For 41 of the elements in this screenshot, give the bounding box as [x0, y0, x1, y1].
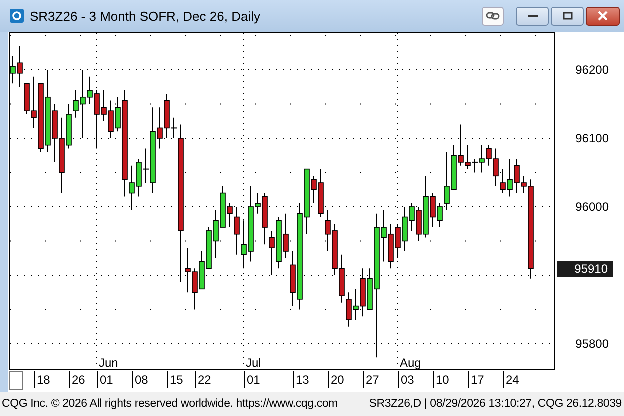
date-tick — [468, 370, 470, 388]
chain-link-icon — [486, 11, 500, 21]
date-label: 22 — [198, 373, 212, 387]
link-button[interactable] — [482, 6, 504, 26]
date-label: 13 — [296, 373, 310, 387]
date-label: 26 — [72, 373, 86, 387]
date-label: 01 — [247, 373, 260, 387]
price-axis-label: 96200 — [576, 63, 609, 77]
date-label: 01 — [100, 373, 114, 387]
date-label: 03 — [401, 373, 414, 387]
month-label: Jun — [99, 356, 118, 370]
minimize-icon — [528, 14, 538, 18]
price-axis-label: 96100 — [576, 131, 609, 146]
window-title: SR3Z26 - 3 Month SOFR, Dec 26, Daily — [30, 8, 260, 24]
date-tick — [244, 370, 246, 388]
date-tick — [398, 370, 400, 388]
maximize-button[interactable] — [551, 6, 584, 26]
date-label: 10 — [436, 373, 450, 387]
last-price-tag: 95910 — [557, 260, 613, 277]
date-label: 20 — [331, 373, 344, 387]
close-icon — [598, 11, 608, 21]
price-axis-label: 95800 — [576, 336, 609, 351]
date-label: 27 — [366, 373, 380, 387]
close-button[interactable] — [586, 6, 620, 26]
chart-status-text: SR3Z26,D | 08/29/2026 13:10:27, CQG 26.12.8039 — [369, 398, 622, 410]
date-tick — [34, 370, 36, 388]
date-tick — [328, 370, 330, 388]
copyright-text: CQG Inc. © 2026 All rights reserved worldwide. https://www.cqg.com — [2, 398, 338, 410]
date-label: 18 — [37, 373, 50, 387]
maximize-icon — [562, 12, 572, 20]
app-icon — [10, 9, 24, 23]
date-label: 08 — [135, 373, 148, 387]
date-tick — [132, 370, 134, 388]
date-label: 17 — [471, 373, 484, 387]
price-axis-label: 96000 — [576, 200, 609, 214]
month-label: Jul — [246, 356, 262, 370]
date-label: 24 — [506, 373, 520, 387]
scroll-box[interactable] — [10, 372, 24, 390]
month-label: Aug — [400, 356, 422, 370]
date-label: 15 — [170, 373, 184, 387]
minimize-button[interactable] — [516, 6, 549, 26]
